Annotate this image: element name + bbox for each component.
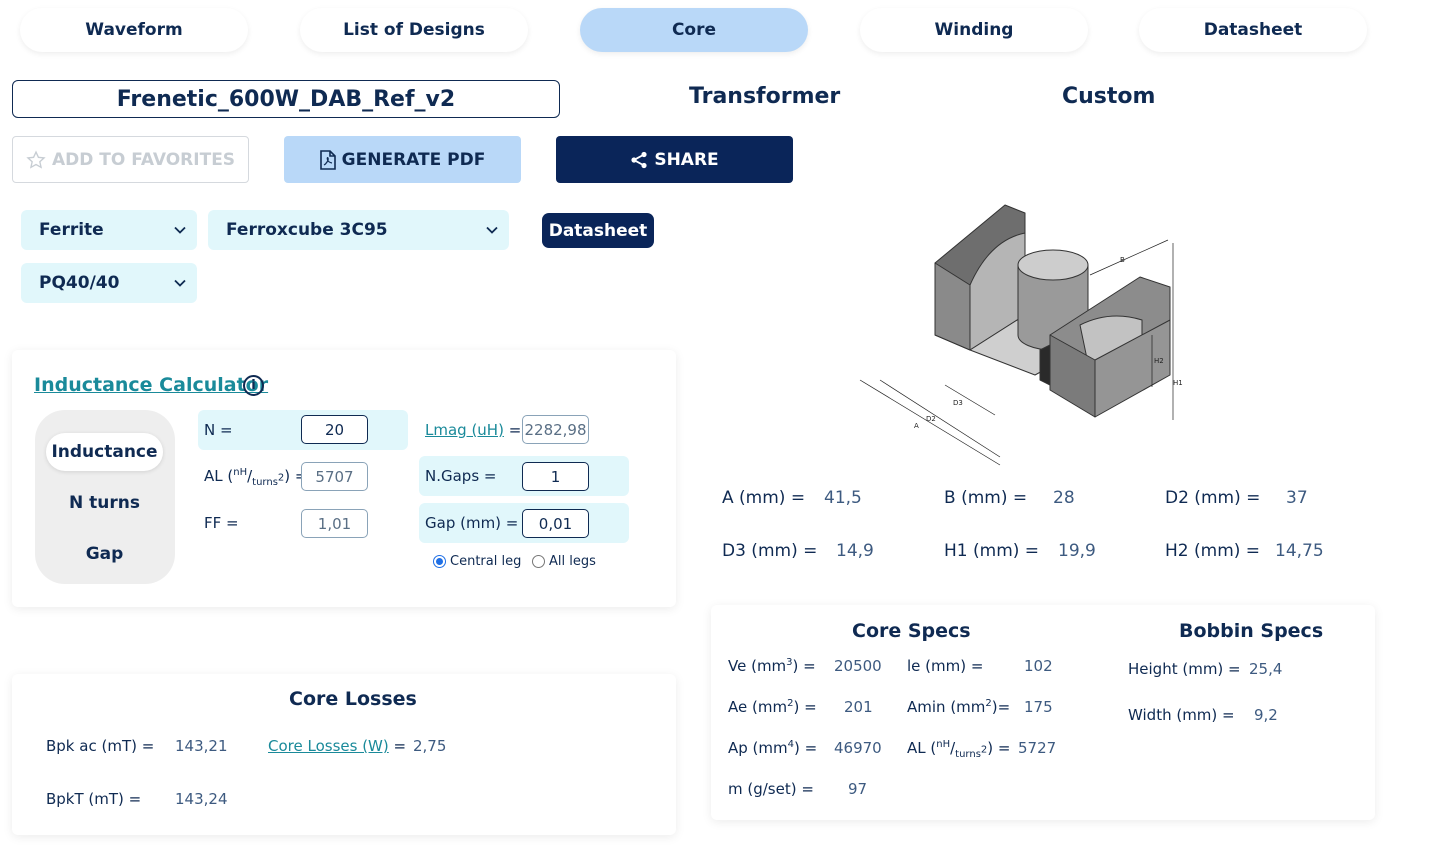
bpkt-value: 143,24 [175,790,228,808]
core-shape-value: PQ40/40 [39,273,120,293]
generate-pdf-label: GENERATE PDF [341,149,486,170]
radio-central-leg-label: Central leg [450,554,522,569]
radio-unselected-icon [532,555,545,568]
dim-b-value: 28 [1053,488,1075,508]
ff-value: 1,01 [301,509,368,538]
mass-value: 97 [848,780,868,798]
ap-value: 46970 [834,739,882,757]
radio-all-legs-label: All legs [549,554,596,569]
dim-h1-label: H1 (mm) = [944,541,1040,561]
share-label: SHARE [654,149,719,170]
bobbin-width-label: Width (mm) = [1128,706,1235,724]
dim-h2-value: 14,75 [1275,541,1324,561]
tab-list-of-designs[interactable]: List of Designs [300,8,528,52]
dim-d2-label: D2 (mm) = [1165,488,1261,508]
core-specs-title: Core Specs [852,620,971,642]
dim-a-value: 41,5 [824,488,862,508]
bobbin-height-label: Height (mm) = [1128,660,1241,678]
al-value: 5707 [301,462,368,491]
lmag-link[interactable]: Lmag (uH) [425,421,504,439]
amin-value: 175 [1024,698,1053,716]
core-losses-title: Core Losses [289,688,417,710]
mass-label: m (g/set) = [728,780,814,798]
tab-waveform[interactable]: Waveform [20,8,248,52]
n-input[interactable]: 20 [301,415,368,444]
core-shape-drawing: B A D2 D3 H2 H1 [859,204,1183,466]
bobbin-width-value: 9,2 [1254,706,1278,724]
generate-pdf-button[interactable]: GENERATE PDF [284,136,521,183]
bpk-label: Bpk ac (mT) = [46,737,155,755]
core-losses-value: 2,75 [413,737,447,755]
material-type-value: Ferrite [39,220,104,240]
star-icon [26,149,46,169]
lmag-label-row: Lmag (uH) = [425,421,522,439]
drawing-label-b: B [1120,256,1125,264]
design-name-input[interactable]: Frenetic_600W_DAB_Ref_v2 [12,80,560,118]
share-icon [631,151,647,168]
core-losses-link[interactable]: Core Losses (W) [268,737,389,755]
dim-h1-value: 19,9 [1058,541,1096,561]
material-datasheet-button[interactable]: Datasheet [542,213,654,248]
chevron-down-icon [174,279,186,287]
dim-d3-value: 14,9 [836,541,874,561]
amin-label: Amin (mm2)= [907,698,1011,716]
dim-b-label: B (mm) = [944,488,1028,508]
bobbin-specs-title: Bobbin Specs [1179,620,1324,642]
chevron-down-icon [486,226,498,234]
gap-input[interactable]: 0,01 [522,509,589,538]
drawing-label-h2: H2 [1154,357,1164,365]
core-losses-label-row: Core Losses (W) = [268,737,407,755]
shape-type: Custom [1062,84,1156,109]
dim-d2-value: 37 [1286,488,1308,508]
dim-d3-label: D3 (mm) = [722,541,818,561]
material-select[interactable]: Ferroxcube 3C95 [208,210,509,250]
material-value: Ferroxcube 3C95 [226,220,388,240]
ap-label: Ap (mm4) = [728,739,818,757]
pdf-file-icon [319,149,336,170]
ve-label: Ve (mm3) = [728,657,816,675]
radio-central-leg[interactable]: Central leg [433,554,521,569]
add-to-favorites-button[interactable]: ADD TO FAVORITES [12,136,249,183]
ngaps-input[interactable]: 1 [522,462,589,491]
bpkt-label: BpkT (mT) = [46,790,142,808]
tab-core[interactable]: Core [580,8,808,52]
ngaps-label: N.Gaps = [425,467,497,485]
le-value: 102 [1024,657,1053,675]
al-label: AL (nH/turns2) = [204,467,308,488]
tab-winding[interactable]: Winding [860,8,1088,52]
drawing-label-d2: D2 [926,415,936,423]
bpk-value: 143,21 [175,737,228,755]
bobbin-height-value: 25,4 [1249,660,1283,678]
info-icon[interactable]: i [243,375,264,396]
material-type-select[interactable]: Ferrite [21,210,197,250]
ff-label: FF = [204,514,239,532]
mode-n-turns[interactable]: N turns [46,484,163,522]
share-button[interactable]: SHARE [556,136,793,183]
mode-inductance[interactable]: Inductance [46,433,163,471]
ve-value: 20500 [834,657,882,675]
dim-h2-label: H2 (mm) = [1165,541,1261,561]
tab-datasheet[interactable]: Datasheet [1139,8,1367,52]
drawing-label-a: A [914,422,919,430]
mode-gap[interactable]: Gap [46,535,163,573]
radio-all-legs[interactable]: All legs [532,554,596,569]
drawing-label-h1: H1 [1173,379,1183,387]
lmag-value: 2282,98 [522,415,589,444]
le-label: le (mm) = [907,657,984,675]
core-shape-select[interactable]: PQ40/40 [21,263,197,303]
radio-selected-icon [433,555,446,568]
inductance-calculator-title[interactable]: Inductance Calculator [34,374,268,396]
ae-value: 201 [844,698,873,716]
add-to-favorites-label: ADD TO FAVORITES [51,149,236,170]
n-label: N = [204,421,233,439]
drawing-label-d3: D3 [953,399,963,407]
chevron-down-icon [174,226,186,234]
gap-label: Gap (mm) = [425,514,519,532]
dim-a-label: A (mm) = [722,488,806,508]
al-spec-label: AL (nH/turns2) = [907,739,1011,760]
design-type: Transformer [689,84,841,109]
al-spec-value: 5727 [1018,739,1057,757]
ae-label: Ae (mm2) = [728,698,817,716]
